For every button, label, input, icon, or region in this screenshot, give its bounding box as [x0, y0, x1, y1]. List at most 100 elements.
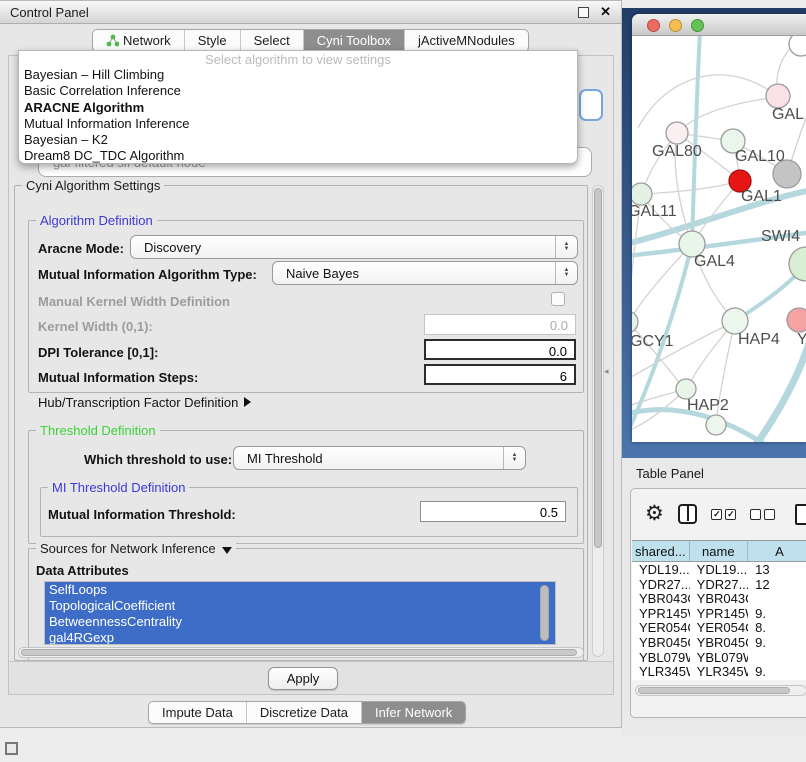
network-node-gcy1[interactable] — [632, 311, 638, 333]
tab-label: Select — [254, 33, 290, 48]
table-horizontal-scrollbar[interactable] — [635, 685, 806, 696]
column-header-a[interactable]: A — [748, 541, 806, 561]
tab-infer-network[interactable]: Infer Network — [362, 702, 465, 723]
table-cell: YLR345W — [632, 664, 690, 679]
tab-impute-data[interactable]: Impute Data — [149, 702, 247, 723]
algorithm-dropdown-placeholder: Select algorithm to view settings — [19, 51, 577, 67]
hub-definition-toggle[interactable]: Hub/Transcription Factor Definition — [38, 395, 251, 410]
close-traffic-light-icon[interactable] — [647, 19, 660, 32]
tab-jactivemnodules[interactable]: jActiveMNodules — [405, 30, 528, 51]
apply-button[interactable]: Apply — [268, 667, 338, 690]
table-row[interactable]: YLR345WYLR345W9. — [632, 664, 806, 679]
network-node-gal80[interactable] — [666, 122, 688, 144]
settings-scrollbar-thumb[interactable] — [594, 188, 602, 548]
node-label-gal1: GAL1 — [741, 188, 782, 205]
table-row[interactable]: YPR145WYPR145W9. — [632, 606, 806, 621]
data-attribute-item-betweennesscentrality[interactable]: BetweennessCentrality — [45, 614, 555, 630]
algorithm-option-aracne-algorithm[interactable]: ARACNE Algorithm — [19, 100, 577, 116]
table-cell: 12 — [748, 577, 806, 592]
gear-icon[interactable]: ⚙ — [645, 504, 664, 524]
split-pane-collapse-handle[interactable]: ◂ — [604, 364, 613, 378]
column-header-name[interactable]: name — [690, 541, 748, 561]
table-row[interactable]: YBR045CYBR045C9. — [632, 635, 806, 650]
zoom-traffic-light-icon[interactable] — [691, 19, 704, 32]
minimize-traffic-light-icon[interactable] — [669, 19, 682, 32]
node-label-swi4: SWI4 — [761, 228, 800, 245]
document-icon[interactable] — [795, 504, 806, 525]
node-label-gal10: GAL10 — [735, 148, 785, 165]
node-attribute-table: shared...nameAYDL19...YDL19...13YDR27...… — [632, 540, 806, 680]
node-label-hap2: HAP2 — [687, 397, 729, 414]
table-row[interactable]: YER054CYER054C8. — [632, 620, 806, 635]
mi-threshold-field[interactable]: 0.5 — [420, 501, 566, 522]
table-cell: YER054C — [632, 620, 690, 635]
table-cell: YIL053C — [690, 679, 748, 680]
table-cell: 9. — [748, 664, 806, 679]
data-attributes-list: SelfLoopsTopologicalCoefficientBetweenne… — [44, 581, 556, 645]
network-node[interactable] — [773, 160, 801, 188]
network-node[interactable] — [789, 36, 806, 56]
data-attribute-item-topologicalcoefficient[interactable]: TopologicalCoefficient — [45, 598, 555, 614]
deselect-all-icon[interactable] — [750, 509, 775, 520]
algorithm-option-dream8-dc-tdc-algorithm[interactable]: Dream8 DC_TDC Algorithm — [19, 148, 577, 164]
table-row[interactable]: YBL079WYBL079W — [632, 650, 806, 665]
dpi-tolerance-field[interactable]: 0.0 — [424, 339, 576, 360]
table-row[interactable]: YBR043CYBR043C — [632, 591, 806, 606]
network-window-titlebar[interactable] — [632, 14, 806, 36]
manual-kernel-width-checkbox[interactable] — [551, 292, 565, 306]
table-row[interactable]: YDL19...YDL19...13 — [632, 562, 806, 577]
tab-select[interactable]: Select — [241, 30, 304, 51]
control-panel-title: Control Panel — [10, 5, 89, 20]
network-node-gal11[interactable] — [632, 183, 652, 205]
table-cell: YBL079W — [632, 650, 690, 665]
minimized-panel-icon[interactable] — [5, 742, 18, 755]
algorithm-option-mutual-information-inference[interactable]: Mutual Information Inference — [19, 116, 577, 132]
table-hscroll-thumb[interactable] — [638, 687, 790, 694]
network-view-window: GALGAL80GAL10GAL1GAL11SWI4GAL4GCY1HAP4YH… — [632, 14, 806, 442]
algorithm-option-bayesian-hill-climbing[interactable]: Bayesian – Hill Climbing — [19, 67, 577, 83]
list-scrollbar-thumb[interactable] — [540, 585, 549, 641]
mi-algorithm-type-combo[interactable]: Naive Bayes ▲▼ — [272, 261, 578, 285]
which-threshold-value: MI Threshold — [234, 451, 503, 466]
combo-spinner-icon: ▲▼ — [555, 236, 577, 258]
table-cell: YIL053C — [632, 679, 690, 680]
close-icon[interactable]: ✕ — [600, 4, 611, 20]
table-cell: YPR145W — [690, 606, 748, 621]
table-panel-title: Table Panel — [636, 466, 704, 481]
node-label-y: Y — [797, 331, 806, 348]
settings-horizontal-scrollbar[interactable] — [18, 647, 584, 658]
sources-group-title[interactable]: Sources for Network Inference — [36, 541, 236, 556]
select-all-icon[interactable]: ✓✓ — [711, 509, 736, 520]
network-node-gal[interactable] — [766, 84, 790, 108]
table-cell: YER054C — [690, 620, 748, 635]
kernel-width-field[interactable]: 0.0 — [424, 314, 576, 335]
tab-label: Infer Network — [375, 705, 452, 720]
tab-network[interactable]: Network — [93, 30, 185, 51]
columns-icon[interactable] — [678, 504, 698, 524]
network-canvas[interactable]: GALGAL80GAL10GAL1GAL11SWI4GAL4GCY1HAP4YH… — [632, 36, 806, 442]
settings-hscroll-thumb[interactable] — [21, 649, 577, 656]
float-window-icon[interactable] — [578, 7, 589, 18]
settings-vertical-scrollbar[interactable] — [592, 185, 604, 657]
network-node-hap2[interactable] — [676, 379, 696, 399]
node-label-gal4: GAL4 — [694, 253, 735, 270]
table-row[interactable]: YIL053CYIL053C9 — [632, 679, 806, 680]
data-attributes-label: Data Attributes — [36, 563, 129, 578]
table-row[interactable]: YDR27...YDR27...12 — [632, 577, 806, 592]
algorithm-option-basic-correlation-inference[interactable]: Basic Correlation Inference — [19, 83, 577, 99]
data-attribute-item-gal4rgexp[interactable]: gal4RGexp — [45, 630, 555, 645]
which-threshold-combo[interactable]: MI Threshold ▲▼ — [233, 446, 526, 470]
network-node-y[interactable] — [787, 308, 806, 332]
network-node-swi4[interactable] — [789, 247, 806, 281]
control-panel-tabbar: NetworkStyle Select Cyni ToolboxjActiveMNo… — [92, 29, 529, 52]
column-header-shared[interactable]: shared... — [632, 541, 690, 561]
network-node[interactable] — [706, 415, 726, 435]
aracne-mode-combo[interactable]: Discovery ▲▼ — [130, 235, 578, 259]
tab-style[interactable]: Style — [185, 30, 241, 51]
algorithm-option-bayesian-k2[interactable]: Bayesian – K2 — [19, 132, 577, 148]
mi-steps-field[interactable]: 6 — [424, 364, 576, 385]
tab-cyni-toolbox[interactable]: Cyni Toolbox — [304, 30, 405, 51]
tab-discretize-data[interactable]: Discretize Data — [247, 702, 362, 723]
table-cell: YDR27... — [632, 577, 690, 592]
data-attribute-item-selfloops[interactable]: SelfLoops — [45, 582, 555, 598]
